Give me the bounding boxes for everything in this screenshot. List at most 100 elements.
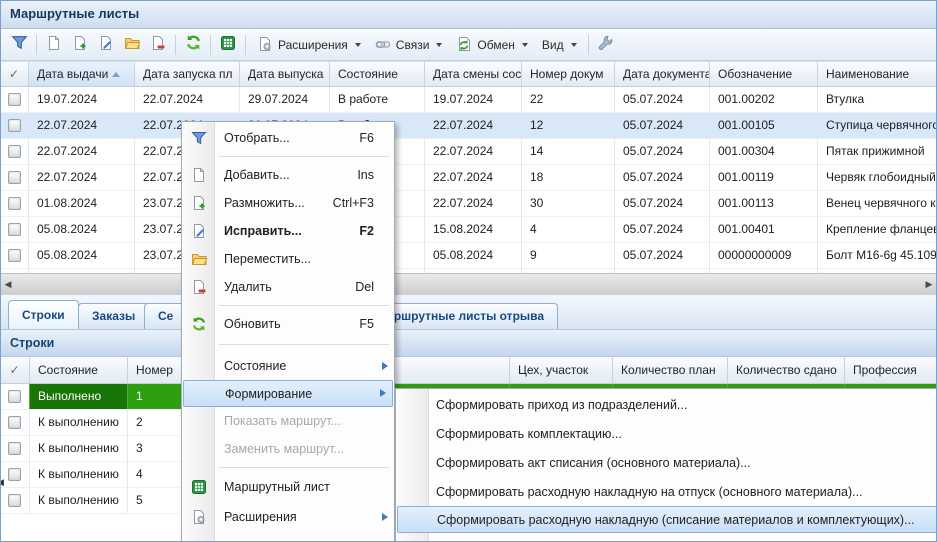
cell[interactable]: 12	[522, 113, 615, 138]
row-checkbox[interactable]	[8, 416, 21, 429]
submenu-item-kitting[interactable]: Сформировать комплектацию...	[396, 419, 937, 448]
column-header-qty-plan[interactable]: Количество план	[613, 357, 728, 383]
cell[interactable]: 30	[522, 191, 615, 216]
scroll-right-icon[interactable]: ▶	[921, 274, 937, 296]
excel-export-button[interactable]	[216, 34, 240, 56]
table-row-selected[interactable]: 22.07.202422.07.202426.07.2024В работе22…	[0, 113, 937, 139]
menu-item-route-sheet[interactable]: Маршрутный лист	[182, 472, 394, 502]
submenu-item-writeoff-invoice[interactable]: Сформировать расходную накладную (списан…	[397, 506, 937, 533]
menu-item-move[interactable]: Переместить...	[182, 245, 394, 273]
cell[interactable]: 05.07.2024	[615, 139, 710, 164]
cell[interactable]: 05.07.2024	[615, 165, 710, 190]
cell[interactable]: 05.07.2024	[615, 217, 710, 242]
horizontal-scrollbar[interactable]: ◀ ▶	[0, 273, 937, 295]
column-header-check[interactable]: ✓	[0, 357, 30, 383]
submenu-item-issue-invoice[interactable]: Сформировать расходную накладную на отпу…	[396, 477, 937, 506]
cell[interactable]: 4	[522, 217, 615, 242]
cell[interactable]: 22.07.2024	[425, 191, 522, 216]
row-checkbox[interactable]	[8, 93, 21, 106]
delete-document-button[interactable]	[146, 34, 170, 56]
submenu-item-writeoff-act[interactable]: Сформировать акт списания (основного мат…	[396, 448, 937, 477]
menu-item-state[interactable]: Состояние	[182, 352, 394, 380]
cell[interactable]: 9	[522, 243, 615, 268]
submenu-item-receipt-from-departments[interactable]: Сформировать приход из подразделений...	[396, 390, 937, 419]
row-checkbox[interactable]	[8, 249, 21, 262]
row-checkbox[interactable]	[8, 468, 21, 481]
menu-item-edit[interactable]: Исправить...F2	[182, 217, 394, 245]
refresh-button[interactable]	[181, 34, 205, 56]
cell[interactable]: 22.07.2024	[425, 165, 522, 190]
menu-item-refresh[interactable]: ОбновитьF5	[182, 310, 394, 338]
row-checkbox[interactable]	[8, 390, 21, 403]
menu-item-duplicate[interactable]: Размножить...Ctrl+F3	[182, 189, 394, 217]
cell[interactable]: Пятак прижимной	[818, 139, 937, 164]
cell[interactable]: 001.00113	[710, 191, 818, 216]
cell[interactable]: 29.07.2024	[240, 87, 330, 112]
cell[interactable]: 05.07.2024	[615, 87, 710, 112]
row-checkbox[interactable]	[8, 494, 21, 507]
row-checkbox[interactable]	[8, 223, 21, 236]
column-header-doc-number[interactable]: Номер докум	[522, 62, 615, 86]
cell[interactable]: 14	[522, 139, 615, 164]
column-header-qty-done[interactable]: Количество сдано	[728, 357, 845, 383]
cell[interactable]: 05.08.2024	[29, 243, 135, 268]
row-checkbox[interactable]	[8, 442, 21, 455]
menu-item-delete[interactable]: УдалитьDel	[182, 273, 394, 301]
table-row[interactable]: 05.08.202423.07.202415.08.2024405.07.202…	[0, 217, 937, 243]
column-header-state-change-date[interactable]: Дата смены сос	[425, 62, 522, 86]
menu-item-forming[interactable]: Формирование	[183, 380, 393, 407]
cell[interactable]: 22	[522, 87, 615, 112]
edit-document-button[interactable]	[94, 34, 118, 56]
table-row[interactable]: 05.08.202423.07.202405.08.2024905.07.202…	[0, 243, 937, 269]
column-header-issue-date[interactable]: Дата выдачи	[29, 62, 135, 86]
cell[interactable]: 19.07.2024	[425, 87, 522, 112]
menu-item-add[interactable]: Добавить...Ins	[182, 161, 394, 189]
cell[interactable]: 05.07.2024	[615, 191, 710, 216]
cell[interactable]: 15.08.2024	[425, 217, 522, 242]
cell[interactable]: 05.07.2024	[615, 113, 710, 138]
cell[interactable]: Болт М16-6g 45.109	[818, 243, 937, 268]
table-row[interactable]: 01.08.202423.07.202422.07.20243005.07.20…	[0, 191, 937, 217]
column-header-check[interactable]: ✓	[0, 62, 29, 86]
column-header-profession[interactable]: Профессия	[845, 357, 937, 383]
cell[interactable]: 22.07.2024	[29, 113, 135, 138]
row-checkbox[interactable]	[8, 197, 21, 210]
cell[interactable]: Втулка	[818, 87, 937, 112]
copy-document-button[interactable]	[68, 34, 92, 56]
column-header-release-date[interactable]: Дата выпуска	[240, 62, 330, 86]
state-cell[interactable]: К выполнению	[30, 462, 128, 487]
cell[interactable]: 001.00202	[710, 87, 818, 112]
cell[interactable]: 05.07.2024	[615, 243, 710, 268]
cell[interactable]: 01.08.2024	[29, 191, 135, 216]
row-checkbox[interactable]	[8, 171, 21, 184]
menu-item-extensions[interactable]: Расширения	[182, 502, 394, 532]
cell[interactable]: Венец червячного к	[818, 191, 937, 216]
filter-button[interactable]	[7, 34, 31, 56]
cell[interactable]: 001.00304	[710, 139, 818, 164]
column-header-state[interactable]: Состояние	[30, 357, 128, 383]
column-header-workshop[interactable]: Цех, участок	[510, 357, 613, 383]
cell[interactable]: Крепление фланцев	[818, 217, 937, 242]
row-checkbox[interactable]	[8, 145, 21, 158]
scroll-left-icon[interactable]: ◀	[0, 274, 16, 296]
state-cell[interactable]: К выполнению	[30, 488, 128, 513]
cell[interactable]: Червяк глобоидный	[818, 165, 937, 190]
cell[interactable]: 18	[522, 165, 615, 190]
cell[interactable]: 22.07.2024	[135, 87, 240, 112]
settings-wrench-button[interactable]	[594, 34, 618, 56]
cell[interactable]: 05.08.2024	[425, 243, 522, 268]
cell[interactable]: 22.07.2024	[425, 139, 522, 164]
column-header-name[interactable]: Наименование	[818, 62, 937, 86]
cell[interactable]: 22.07.2024	[425, 113, 522, 138]
cell[interactable]: Ступица червячного	[818, 113, 937, 138]
move-folder-button[interactable]	[120, 34, 144, 56]
table-row[interactable]: 22.07.202422.07.202422.07.20241805.07.20…	[0, 165, 937, 191]
exchange-menu-button[interactable]: Обмен	[449, 34, 535, 56]
cell[interactable]: 05.08.2024	[29, 217, 135, 242]
tab-orders[interactable]: Заказы	[78, 303, 149, 329]
cell[interactable]: 22.07.2024	[29, 165, 135, 190]
column-header-state[interactable]: Состояние	[330, 62, 425, 86]
state-cell[interactable]: Выполнено	[30, 384, 128, 409]
column-header-launch-date[interactable]: Дата запуска пл	[135, 62, 240, 86]
column-header-designation[interactable]: Обозначение	[710, 62, 818, 86]
